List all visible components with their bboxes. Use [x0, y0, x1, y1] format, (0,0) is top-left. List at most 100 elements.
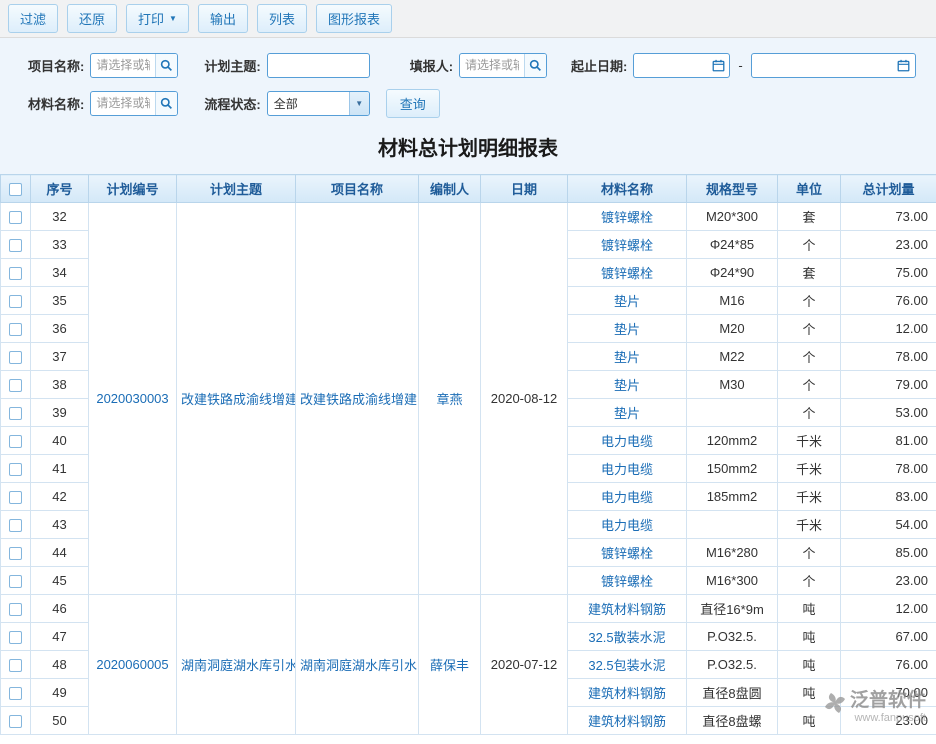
- restore-button[interactable]: 还原: [67, 4, 117, 33]
- row-checkbox[interactable]: [9, 239, 22, 252]
- row-unit: 吨: [778, 679, 841, 707]
- row-checkbox[interactable]: [9, 407, 22, 420]
- plan-subject-field: 计划主题:: [204, 53, 369, 78]
- material-link[interactable]: 垫片: [568, 371, 687, 399]
- material-link[interactable]: 32.5散装水泥: [568, 623, 687, 651]
- material-link[interactable]: 镀锌螺栓: [568, 539, 687, 567]
- row-unit: 个: [778, 567, 841, 595]
- material-link[interactable]: 电力电缆: [568, 455, 687, 483]
- row-unit: 个: [778, 371, 841, 399]
- row-checkbox[interactable]: [9, 603, 22, 616]
- row-qty: 73.00: [841, 203, 936, 231]
- row-checkbox[interactable]: [9, 379, 22, 392]
- material-link[interactable]: 镀锌螺栓: [568, 259, 687, 287]
- material-link[interactable]: 垫片: [568, 399, 687, 427]
- material-link[interactable]: 建筑材料钢筋: [568, 595, 687, 623]
- row-checkbox[interactable]: [9, 463, 22, 476]
- row-qty: 79.00: [841, 371, 936, 399]
- print-button[interactable]: 打印▼: [126, 4, 189, 33]
- table-row: 462020060005湖南洞庭湖水库引水湖南洞庭湖水库引水薛保丰2020-07…: [1, 595, 936, 623]
- material-link[interactable]: 电力电缆: [568, 483, 687, 511]
- compiler-link[interactable]: 薛保丰: [419, 595, 481, 735]
- material-link[interactable]: 镀锌螺栓: [568, 231, 687, 259]
- material-link[interactable]: 镀锌螺栓: [568, 567, 687, 595]
- filter-button[interactable]: 过滤: [8, 4, 58, 33]
- row-unit: 套: [778, 203, 841, 231]
- row-no: 42: [31, 483, 89, 511]
- project-name-link[interactable]: 改建铁路成渝线增建: [296, 203, 419, 595]
- material-link[interactable]: 电力电缆: [568, 511, 687, 539]
- date-end-input[interactable]: [752, 54, 893, 77]
- row-checkbox[interactable]: [9, 323, 22, 336]
- row-checkbox[interactable]: [9, 659, 22, 672]
- row-checkbox[interactable]: [9, 631, 22, 644]
- row-no: 32: [31, 203, 89, 231]
- reporter-input[interactable]: [460, 54, 524, 77]
- row-checkbox[interactable]: [9, 295, 22, 308]
- material-link[interactable]: 镀锌螺栓: [568, 203, 687, 231]
- row-checkbox[interactable]: [9, 435, 22, 448]
- row-qty: 12.00: [841, 595, 936, 623]
- row-checkbox-cell: [1, 231, 31, 259]
- material-link[interactable]: 电力电缆: [568, 427, 687, 455]
- row-unit: 个: [778, 287, 841, 315]
- row-checkbox[interactable]: [9, 687, 22, 700]
- row-checkbox[interactable]: [9, 267, 22, 280]
- plan-subject-link[interactable]: 湖南洞庭湖水库引水: [177, 595, 296, 735]
- date-end-calendar-button[interactable]: [893, 54, 915, 77]
- material-name-input[interactable]: [91, 92, 155, 115]
- date-start-calendar-button[interactable]: [707, 54, 729, 77]
- row-checkbox-cell: [1, 455, 31, 483]
- export-button[interactable]: 输出: [198, 4, 248, 33]
- material-name-search-button[interactable]: [155, 92, 177, 115]
- compiler-link[interactable]: 章燕: [419, 203, 481, 595]
- project-name-input[interactable]: [91, 54, 155, 77]
- row-checkbox[interactable]: [9, 715, 22, 728]
- project-name-link[interactable]: 湖南洞庭湖水库引水: [296, 595, 419, 735]
- material-link[interactable]: 32.5包装水泥: [568, 651, 687, 679]
- caret-down-icon[interactable]: ▼: [349, 92, 369, 115]
- row-checkbox[interactable]: [9, 519, 22, 532]
- row-checkbox[interactable]: [9, 491, 22, 504]
- row-qty: 76.00: [841, 287, 936, 315]
- row-spec: 直径8盘螺: [687, 707, 778, 735]
- material-link[interactable]: 建筑材料钢筋: [568, 679, 687, 707]
- row-qty: 83.00: [841, 483, 936, 511]
- flow-status-label: 流程状态:: [204, 94, 260, 113]
- row-checkbox[interactable]: [9, 211, 22, 224]
- date-start-input[interactable]: [634, 54, 707, 77]
- plan-subject-input[interactable]: [268, 54, 369, 77]
- material-link[interactable]: 垫片: [568, 287, 687, 315]
- row-checkbox[interactable]: [9, 575, 22, 588]
- list-button[interactable]: 列表: [257, 4, 307, 33]
- header-plan-no: 计划编号: [89, 175, 177, 203]
- row-no: 36: [31, 315, 89, 343]
- plan-no-link[interactable]: 2020030003: [89, 203, 177, 595]
- graph-report-button[interactable]: 图形报表: [316, 4, 392, 33]
- row-unit: 千米: [778, 455, 841, 483]
- row-spec: [687, 399, 778, 427]
- material-link[interactable]: 垫片: [568, 343, 687, 371]
- restore-button-label: 还原: [79, 9, 105, 28]
- project-name-search-button[interactable]: [155, 54, 177, 77]
- material-link[interactable]: 垫片: [568, 315, 687, 343]
- material-link[interactable]: 建筑材料钢筋: [568, 707, 687, 735]
- header-unit: 单位: [778, 175, 841, 203]
- row-no: 34: [31, 259, 89, 287]
- table-header-row: 序号 计划编号 计划主题 项目名称 编制人 日期 材料名称 规格型号 单位 总计…: [1, 175, 936, 203]
- select-all-checkbox[interactable]: [9, 183, 22, 196]
- row-checkbox-cell: [1, 595, 31, 623]
- row-checkbox[interactable]: [9, 547, 22, 560]
- flow-status-select[interactable]: 全部 ▼: [267, 91, 370, 116]
- row-no: 44: [31, 539, 89, 567]
- row-qty: 53.00: [841, 399, 936, 427]
- row-spec: M30: [687, 371, 778, 399]
- plan-subject-link[interactable]: 改建铁路成渝线增建: [177, 203, 296, 595]
- row-spec: 120mm2: [687, 427, 778, 455]
- reporter-search-button[interactable]: [524, 54, 546, 77]
- header-compiler: 编制人: [419, 175, 481, 203]
- plan-no-link[interactable]: 2020060005: [89, 595, 177, 735]
- query-button[interactable]: 查询: [386, 89, 440, 118]
- row-spec: M20: [687, 315, 778, 343]
- row-checkbox[interactable]: [9, 351, 22, 364]
